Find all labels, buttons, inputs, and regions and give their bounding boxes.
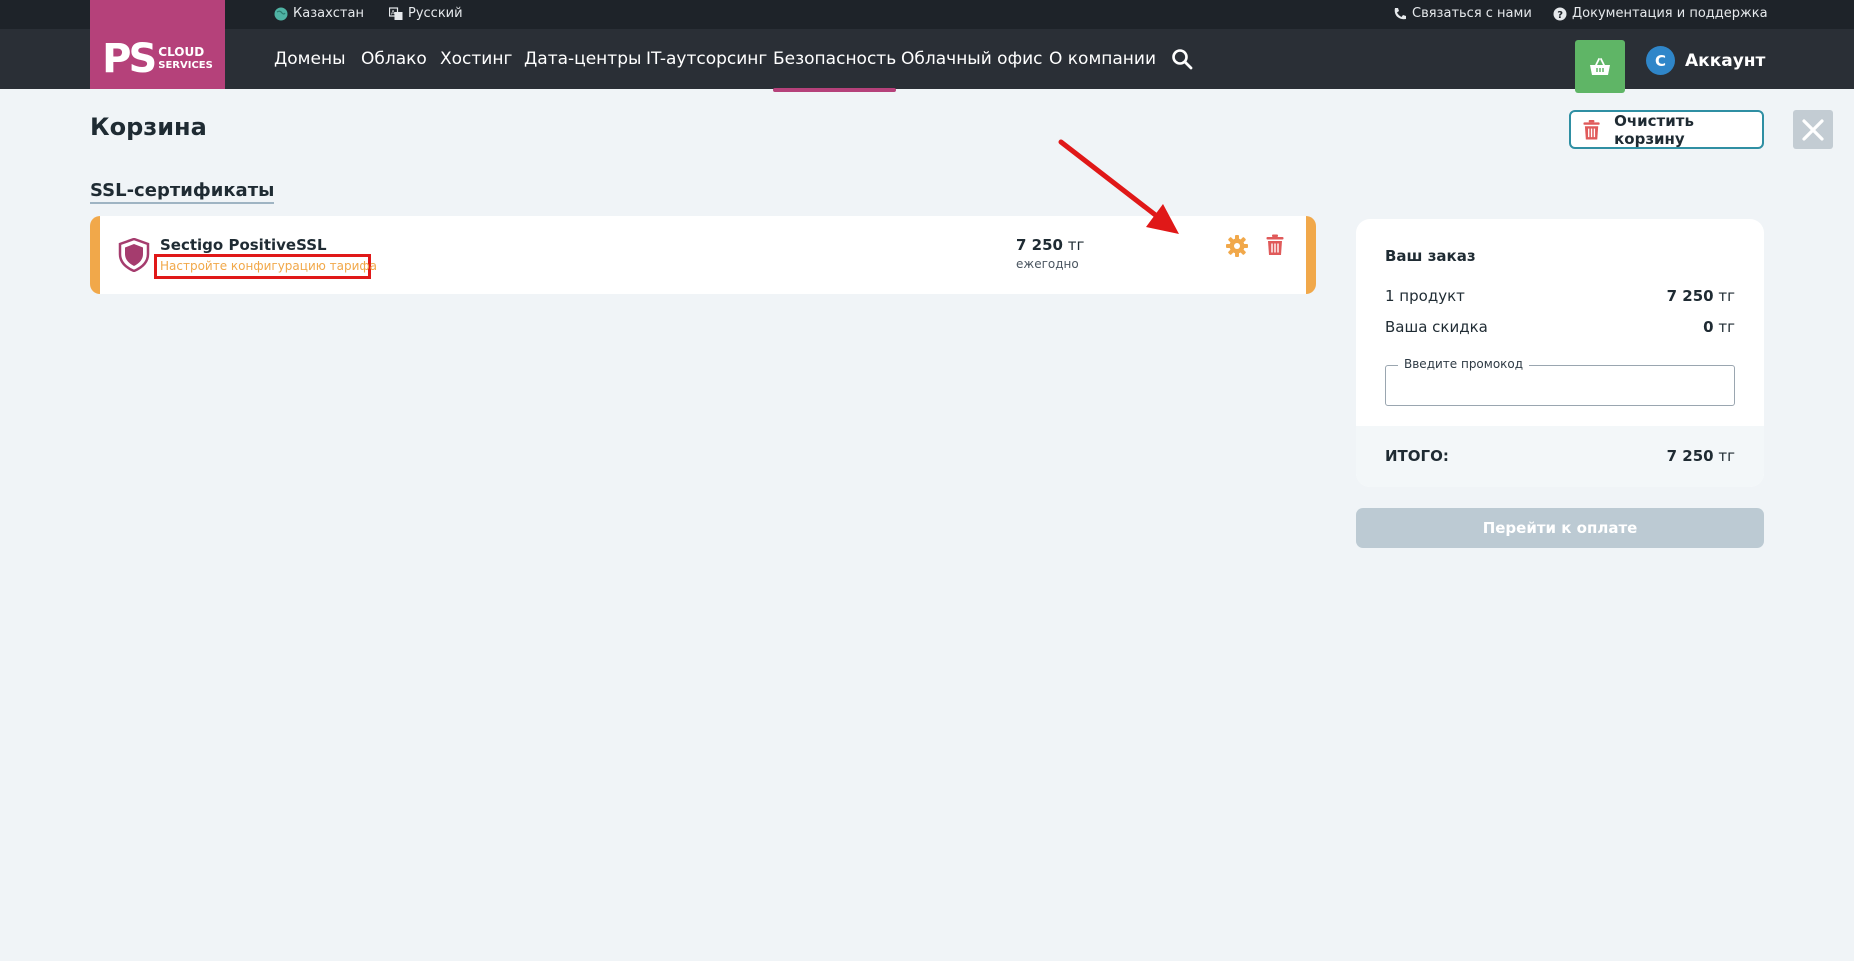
avatar: С: [1646, 46, 1675, 75]
order-total-row: ИТОГО: 7 250 тг: [1356, 426, 1764, 487]
section-title: SSL-сертификаты: [90, 180, 275, 204]
globe-icon: [274, 7, 288, 20]
nav-item-it-outsourcing[interactable]: IT-аутсорсинг: [646, 29, 767, 89]
shield-icon: [118, 237, 150, 276]
remove-item-button[interactable]: [1266, 234, 1284, 260]
order-discount-value: 0 тг: [1703, 318, 1735, 336]
product-period: ежегодно: [1016, 257, 1079, 271]
region-label: Казахстан: [293, 6, 364, 21]
logo-text: CLOUD SERVICES: [158, 44, 213, 71]
nav-item-cloud[interactable]: Облако: [361, 29, 427, 89]
basket-icon: [1590, 57, 1610, 75]
order-total-label: ИТОГО:: [1385, 447, 1449, 465]
phone-icon: [1394, 7, 1406, 19]
configure-tariff-link[interactable]: Настройте конфигурацию тарифа: [154, 254, 377, 279]
checkout-button[interactable]: Перейти к оплате: [1356, 508, 1764, 548]
product-name: Sectigo PositiveSSL: [160, 236, 327, 254]
order-products-value: 7 250 тг: [1666, 287, 1735, 305]
trash-icon: [1583, 119, 1600, 140]
nav-item-domains[interactable]: Домены: [274, 29, 346, 89]
account-menu[interactable]: С Аккаунт: [1646, 46, 1765, 75]
help-icon: ?: [1553, 7, 1567, 21]
search-icon: [1172, 49, 1193, 70]
nav-item-security[interactable]: Безопасность: [773, 29, 897, 92]
trash-icon: [1266, 234, 1284, 255]
order-products-row: 1 продукт 7 250 тг: [1385, 287, 1735, 305]
nav-item-cloud-office[interactable]: Облачный офис: [901, 29, 1043, 89]
nav-item-datacenters[interactable]: Дата-центры: [524, 29, 641, 89]
logo-mark: PS: [102, 35, 157, 82]
gear-icon: [1226, 235, 1248, 257]
contact-link[interactable]: Связаться с нами: [1393, 6, 1532, 21]
order-products-label: 1 продукт: [1385, 287, 1465, 305]
order-total-value: 7 250 тг: [1666, 447, 1735, 465]
clear-cart-button[interactable]: Очистить корзину: [1569, 110, 1764, 149]
region-selector[interactable]: Казахстан: [274, 6, 364, 21]
docs-link[interactable]: ? Документация и поддержка: [1553, 6, 1768, 21]
configure-button[interactable]: [1225, 234, 1249, 262]
account-label: Аккаунт: [1685, 50, 1766, 71]
order-discount-label: Ваша скидка: [1385, 318, 1488, 336]
svg-text:?: ?: [1557, 10, 1563, 21]
nav-item-about[interactable]: О компании: [1049, 29, 1156, 89]
docs-label: Документация и поддержка: [1572, 6, 1768, 21]
promo-code-label: Введите промокод: [1398, 357, 1530, 371]
page-title: Корзина: [90, 113, 207, 141]
contact-label: Связаться с нами: [1412, 6, 1532, 21]
translate-icon: A: [389, 6, 403, 20]
clear-cart-label: Очистить корзину: [1614, 111, 1694, 148]
search-button[interactable]: [1171, 48, 1193, 74]
order-title: Ваш заказ: [1385, 247, 1476, 265]
cart-button[interactable]: [1575, 40, 1625, 93]
arrow-annotation: [1050, 134, 1190, 250]
top-utility-bar: Казахстан A Русский Связаться с нами ? Д…: [0, 0, 1854, 29]
logo[interactable]: PS CLOUD SERVICES: [90, 0, 225, 89]
language-label: Русский: [408, 6, 463, 21]
order-discount-row: Ваша скидка 0 тг: [1385, 318, 1735, 336]
order-summary-panel: Ваш заказ 1 продукт 7 250 тг Ваша скидка…: [1356, 219, 1764, 487]
promo-code-input[interactable]: Введите промокод: [1385, 357, 1735, 406]
language-selector[interactable]: A Русский: [389, 6, 463, 21]
close-button[interactable]: [1793, 110, 1833, 149]
close-icon: [1802, 118, 1824, 141]
nav-item-hosting[interactable]: Хостинг: [440, 29, 512, 89]
